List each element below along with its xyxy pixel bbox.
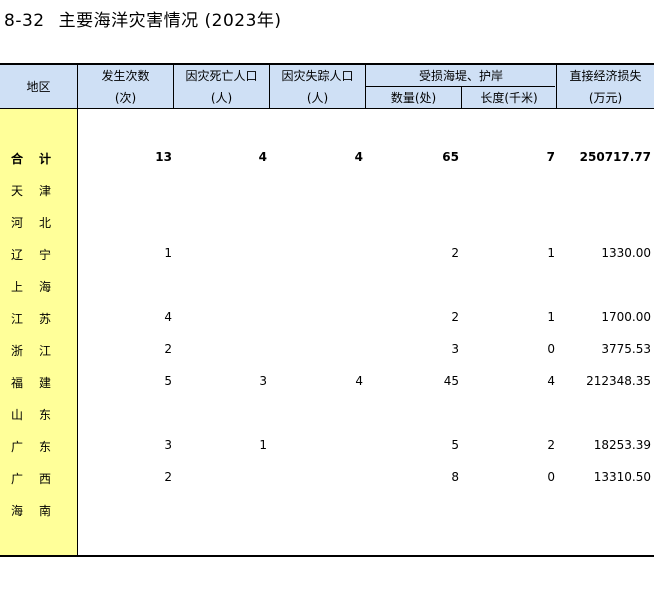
cell-seawall-count: 45: [443, 374, 459, 388]
cell-deaths: 4: [258, 150, 267, 164]
table-row: 广西 2 8 0 13310.50: [0, 470, 654, 492]
cell-occurrences: 4: [164, 310, 172, 324]
cell-seawall-length: 0: [547, 470, 555, 484]
cell-seawall-length: 1: [547, 310, 555, 324]
region-name-char: 天: [11, 184, 24, 198]
region-name-char: 宁: [38, 248, 51, 262]
bottom-rule: [0, 555, 654, 557]
cell-seawall-length: 1: [547, 246, 555, 260]
cell-seawall-count: 2: [451, 246, 459, 260]
table-row: 辽宁 1 2 1 1330.00: [0, 246, 654, 268]
region-name-char: 山: [11, 408, 24, 422]
header-missing: 因灾失踪人口: [281, 69, 354, 83]
region-name: 广东: [11, 438, 51, 455]
table-row: 上海: [0, 278, 654, 300]
header-seawall: 受损海堤、护岸: [418, 69, 503, 83]
region-name-char: 计: [38, 152, 51, 166]
header-loss-unit: (万元): [588, 91, 623, 105]
header-missing-unit: (人): [306, 91, 329, 105]
region-name-char: 海: [38, 280, 51, 294]
header-loss: 直接经济损失: [569, 69, 642, 83]
region-name: 浙江: [11, 342, 51, 359]
cell-loss: 250717.77: [579, 150, 651, 164]
region-name-char: 江: [11, 312, 24, 326]
region-name: 广西: [11, 470, 51, 487]
cell-loss: 1700.00: [601, 310, 651, 324]
region-name-char: 浙: [11, 344, 24, 358]
region-name: 合计: [11, 150, 51, 167]
region-name-char: 上: [11, 280, 24, 294]
header-region: 地区: [26, 80, 51, 94]
cell-deaths: 3: [259, 374, 267, 388]
region-name: 福建: [11, 374, 51, 391]
cell-loss: 212348.35: [586, 374, 651, 388]
cell-seawall-count: 8: [451, 470, 459, 484]
table-row: 浙江 2 3 0 3775.53: [0, 342, 654, 364]
region-name-char: 辽: [11, 248, 24, 262]
region-name: 辽宁: [11, 246, 51, 263]
table-row: 福建 5 3 4 45 4 212348.35: [0, 374, 654, 396]
cell-loss: 3775.53: [601, 342, 651, 356]
table-row: 河北: [0, 214, 654, 236]
region-name: 海南: [11, 502, 51, 519]
table-row: 江苏 4 2 1 1700.00: [0, 310, 654, 332]
cell-missing: 4: [354, 150, 363, 164]
region-name-char: 南: [38, 504, 51, 518]
header-occurrences-unit: (次): [114, 91, 137, 105]
cell-seawall-length: 2: [547, 438, 555, 452]
header-deaths-unit: (人): [210, 91, 233, 105]
cell-missing: 4: [355, 374, 363, 388]
region-name-char: 北: [38, 216, 51, 230]
region-name-char: 津: [38, 184, 51, 198]
cell-occurrences: 1: [164, 246, 172, 260]
region-name: 上海: [11, 278, 51, 295]
table-title-text: 主要海洋灾害情况 (2023年): [58, 11, 282, 31]
region-name-char: 东: [38, 408, 51, 422]
cell-occurrences: 2: [164, 470, 172, 484]
header-deaths: 因灾死亡人口: [185, 69, 258, 83]
region-name-char: 海: [11, 504, 24, 518]
table-row: 广东 3 1 5 2 18253.39: [0, 438, 654, 460]
header-seawall-length: 长度(千米): [480, 91, 538, 105]
region-name: 山东: [11, 406, 51, 423]
region-name-char: 西: [38, 472, 51, 486]
table-row: 海南: [0, 502, 654, 524]
cell-loss: 1330.00: [601, 246, 651, 260]
table-number: 8-32: [4, 11, 45, 31]
cell-seawall-length: 4: [547, 374, 555, 388]
cell-loss: 18253.39: [593, 438, 651, 452]
table-row: 山东: [0, 406, 654, 428]
region-name-char: 合: [11, 152, 24, 166]
cell-occurrences: 3: [164, 438, 172, 452]
region-name-char: 河: [11, 216, 24, 230]
cell-occurrences: 13: [155, 150, 172, 164]
region-name-char: 东: [38, 440, 51, 454]
cell-occurrences: 5: [164, 374, 172, 388]
header-occurrences: 发生次数: [101, 69, 150, 83]
region-name-char: 广: [11, 440, 24, 454]
cell-loss: 13310.50: [593, 470, 651, 484]
cell-seawall-count: 3: [451, 342, 459, 356]
region-name: 河北: [11, 214, 51, 231]
cell-seawall-count: 2: [451, 310, 459, 324]
header-seawall-count: 数量(处): [390, 91, 437, 105]
region-name-char: 江: [38, 344, 51, 358]
cell-occurrences: 2: [164, 342, 172, 356]
cell-deaths: 1: [259, 438, 267, 452]
cell-seawall-count: 65: [442, 150, 459, 164]
total-row: 合计 13 4 4 65 7 250717.77: [0, 150, 654, 172]
region-name: 江苏: [11, 310, 51, 327]
cell-seawall-count: 5: [451, 438, 459, 452]
region-name-char: 苏: [38, 312, 51, 326]
table-row: 天津: [0, 182, 654, 204]
cell-seawall-length: 0: [547, 342, 555, 356]
region-name: 天津: [11, 182, 51, 199]
cell-seawall-length: 7: [546, 150, 555, 164]
region-name-char: 广: [11, 472, 24, 486]
region-name-char: 建: [38, 376, 51, 390]
region-name-char: 福: [11, 376, 24, 390]
table-title: 8-32 主要海洋灾害情况 (2023年): [4, 6, 282, 31]
